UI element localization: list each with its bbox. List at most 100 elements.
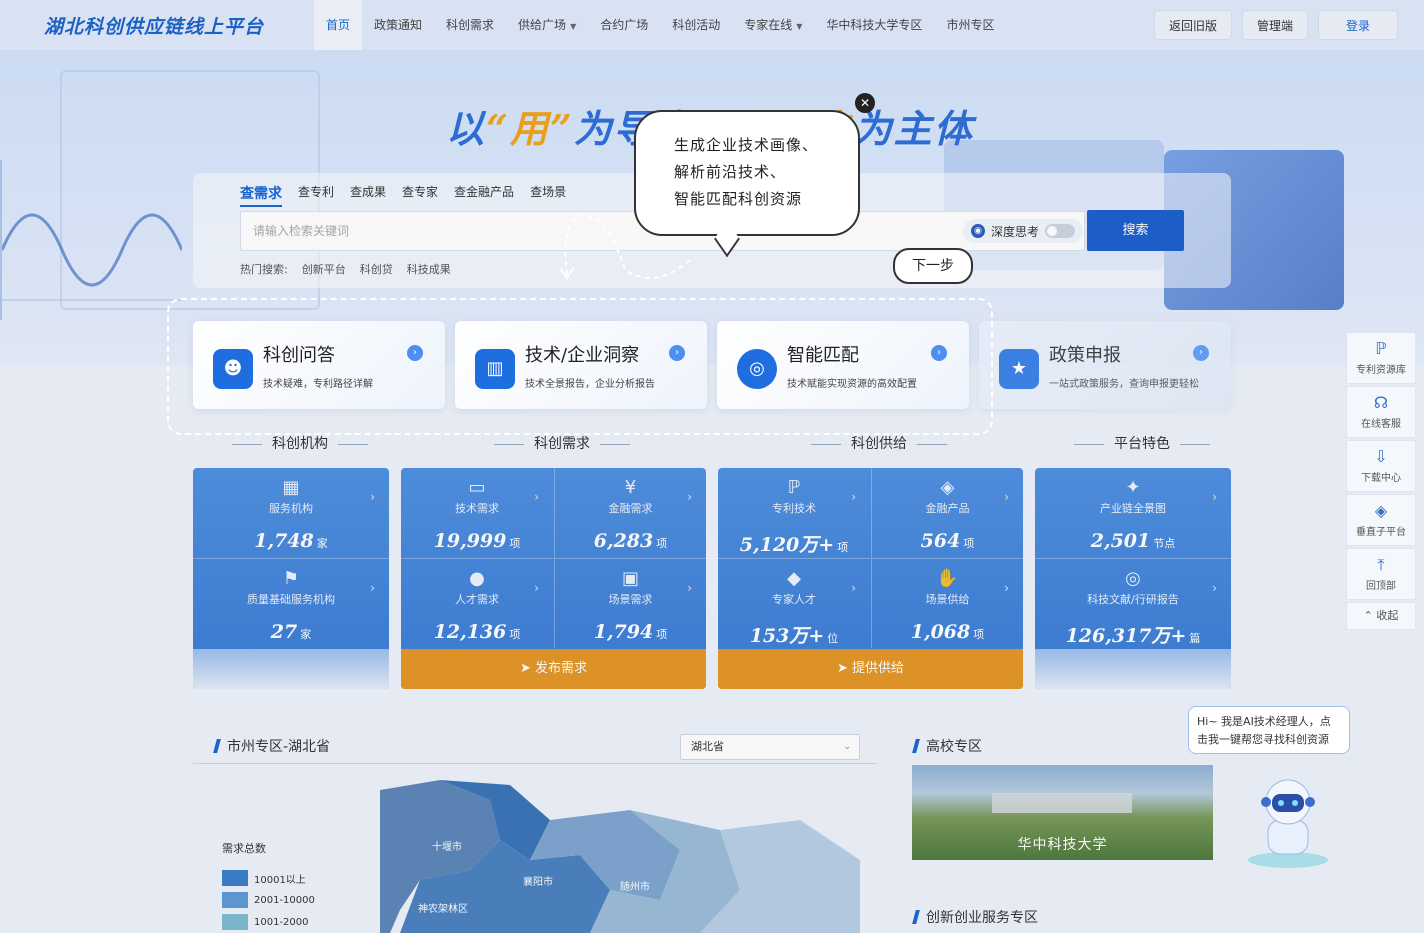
stat-scene-demand[interactable]: ▣ 场景需求 1,794 项 › — [554, 558, 706, 648]
hot-search-item[interactable]: 科创贷 — [360, 261, 393, 277]
feature-card-policy[interactable]: ★ 政策申报 一站式政策服务，查询申报更轻松 › — [979, 321, 1231, 409]
stat-quality-org[interactable]: ⚑ 质量基础服务机构 27 家 › — [193, 558, 389, 648]
chain-map-icon: ✦ — [1125, 477, 1141, 498]
province-select[interactable]: 湖北省 ⌄ — [680, 734, 860, 760]
legend-swatch — [222, 892, 248, 908]
nav-item[interactable]: 市州专区 — [934, 0, 1006, 50]
image-icon: ▣ — [621, 568, 639, 589]
certificate-icon: ⚑ — [282, 568, 300, 589]
legend-swatch — [222, 914, 248, 930]
sidebar-patent-library[interactable]: ℙ 专利资源库 — [1346, 332, 1416, 384]
search-tab[interactable]: 查专利 — [298, 183, 334, 207]
guide-text-line: 智能匹配科创资源 — [674, 190, 803, 208]
search-tab[interactable]: 查专家 — [402, 183, 438, 207]
provide-supply-button[interactable]: ➤ 提供供给 — [718, 649, 1023, 689]
stat-value: 12,136 项 — [433, 621, 521, 643]
feature-card-insight[interactable]: ▥ 技术/企业洞察 技术全景报告，企业分析报告 › — [455, 321, 707, 409]
feature-title: 政策申报 — [1049, 345, 1121, 366]
nav-item[interactable]: 供给广场 ▼ — [506, 0, 588, 50]
nav-item-label: 政策通知 — [374, 18, 423, 32]
nav-item[interactable]: 政策通知 — [362, 0, 434, 50]
old-version-button[interactable]: 返回旧版 — [1153, 10, 1232, 40]
map-legend: 需求总数 10001以上 2001-10000 1001-2000 — [222, 840, 315, 933]
deep-think-toggle[interactable]: ◉ 深度思考 — [963, 219, 1084, 243]
sidebar-back-to-top[interactable]: ⤒ 回顶部 — [1346, 548, 1416, 600]
legend-label: 2001-10000 — [254, 894, 315, 906]
sidebar-online-service[interactable]: ☊ 在线客服 — [1346, 386, 1416, 438]
city-panel-title: 市州专区-湖北省 — [213, 736, 330, 756]
stat-finance-demand[interactable]: ¥ 金融需求 6,283 项 › — [554, 468, 706, 558]
nav-item-label: 供给广场 — [518, 18, 567, 32]
stat-label: 质量基础服务机构 — [247, 593, 335, 606]
nav-item[interactable]: 科创需求 — [434, 0, 506, 50]
publish-demand-label: 发布需求 — [535, 661, 588, 676]
college-panel-title-text: 高校专区 — [926, 739, 982, 755]
nav-item[interactable]: 首页 — [314, 0, 363, 50]
stat-expert[interactable]: ◆ 专家人才 153万+ 位 › — [718, 558, 870, 648]
ai-robot-icon[interactable] — [1240, 770, 1336, 870]
provide-supply-label: 提供供给 — [852, 661, 905, 676]
nav-item[interactable]: 科创活动 — [660, 0, 732, 50]
stat-value: 6,283 项 — [593, 530, 668, 552]
stat-chain-map[interactable]: ✦ 产业链全景图 2,501 节点 › — [1035, 468, 1231, 558]
deep-think-icon: ◉ — [971, 224, 985, 238]
sidebar-collapse-label: 收起 — [1376, 609, 1399, 622]
chevron-down-icon: ⌄ — [843, 742, 851, 752]
title-bar-icon — [912, 739, 920, 753]
stat-finance-product[interactable]: ◈ 金融产品 564 项 › — [871, 468, 1023, 558]
feature-desc: 技术全景报告，企业分析报告 — [525, 379, 655, 390]
stat-literature[interactable]: ◎ 科技文献/行研报告 126,317万+ 篇 › — [1035, 558, 1231, 648]
layers-icon: ◈ — [1374, 501, 1388, 520]
chevron-right-icon: › — [851, 490, 856, 504]
close-icon: ✕ — [859, 96, 871, 110]
hot-search-item[interactable]: 科技成果 — [407, 261, 451, 277]
institutions-column: ▦ 服务机构 1,748 家 › ⚑ 质量基础服务机构 27 家 › — [193, 468, 389, 689]
map-label-shennongjia: 神农架林区 — [418, 904, 468, 915]
right-sidebar: ℙ 专利资源库 ☊ 在线客服 ⇩ 下载中心 ◈ 垂直子平台 ⤒ 回顶部 ⌃ 收起 — [1346, 332, 1416, 632]
stat-scene-supply[interactable]: ✋ 场景供给 1,068 项 › — [871, 558, 1023, 648]
monitor-icon: ▭ — [468, 477, 486, 498]
page: 湖北科创供应链线上平台 首页 政策通知 科创需求 供给广场 ▼ 合约广场 科创活动 专家在线 ▼… — [0, 0, 1424, 933]
search-tab[interactable]: 查成果 — [350, 183, 386, 207]
sidebar-label: 在线客服 — [1361, 419, 1401, 430]
toggle-switch[interactable] — [1045, 224, 1076, 238]
feature-title: 技术/企业洞察 — [525, 345, 640, 366]
nav-item[interactable]: 合约广场 — [588, 0, 660, 50]
stat-patent-tech[interactable]: ℙ 专利技术 5,120万+ 项 › — [718, 468, 870, 558]
stat-label: 服务机构 — [269, 502, 313, 515]
search-tab[interactable]: 查需求 — [240, 183, 282, 207]
search-button[interactable]: 搜索 — [1087, 210, 1184, 251]
stat-value: 1,068 项 — [910, 621, 985, 643]
stat-talent-demand[interactable]: ● 人才需求 12,136 项 › — [401, 558, 553, 648]
guide-next-button[interactable]: 下一步 — [893, 248, 973, 284]
robot-icon: ☻ — [213, 349, 253, 389]
site-logo[interactable]: 湖北科创供应链线上平台 — [44, 12, 314, 39]
search-tab[interactable]: 查金融产品 — [454, 183, 514, 207]
ai-assistant-bubble[interactable]: Hi~ 我是AI技术经理人，点击我一键帮您寻找科创资源 — [1188, 706, 1350, 754]
publish-demand-button[interactable]: ➤ 发布需求 — [401, 649, 706, 689]
login-button[interactable]: 登录 — [1318, 10, 1398, 40]
chevron-right-icon: › — [1004, 581, 1009, 595]
stat-service-org[interactable]: ▦ 服务机构 1,748 家 › — [193, 468, 389, 558]
legend-swatch — [222, 870, 248, 886]
money-bag-icon: ¥ — [624, 477, 637, 498]
stat-tech-demand[interactable]: ▭ 技术需求 19,999 项 › — [401, 468, 553, 558]
slogan-highlight: “用” — [486, 106, 574, 151]
sidebar-vertical-platform[interactable]: ◈ 垂直子平台 — [1346, 494, 1416, 546]
chevron-right-icon: › — [687, 581, 692, 595]
search-tab[interactable]: 查场景 — [530, 183, 566, 207]
sidebar-download-center[interactable]: ⇩ 下载中心 — [1346, 440, 1416, 492]
nav-item[interactable]: 华中科技大学专区 — [814, 0, 934, 50]
nav-item[interactable]: 专家在线 ▼ — [732, 0, 814, 50]
sidebar-collapse-button[interactable]: ⌃ 收起 — [1346, 602, 1416, 630]
stat-value: 5,120万+ 项 — [739, 534, 849, 556]
feature-card-match[interactable]: ◎ 智能匹配 技术赋能实现资源的高效配置 › — [717, 321, 969, 409]
feature-card-qa[interactable]: ☻ 科创问答 技术疑难，专利路径详解 › — [193, 321, 445, 409]
chevron-right-icon: › — [687, 490, 692, 504]
nav-item-label: 专家在线 — [744, 18, 793, 32]
campus-photo[interactable]: 华中科技大学 — [912, 765, 1213, 860]
admin-button[interactable]: 管理端 — [1241, 10, 1308, 40]
guide-close-button[interactable]: ✕ — [855, 93, 875, 113]
campus-building — [992, 793, 1132, 813]
hot-search-item[interactable]: 创新平台 — [302, 261, 346, 277]
